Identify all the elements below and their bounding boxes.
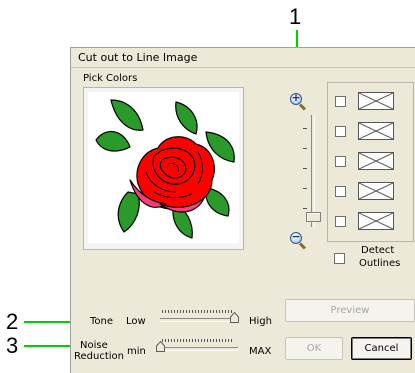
image-canvas[interactable] — [88, 92, 239, 243]
noise-min-label: min — [127, 346, 146, 357]
ok-button[interactable]: OK — [285, 337, 343, 360]
zoom-in-icon: + — [291, 91, 301, 104]
noise-label-line2: Reduction — [74, 351, 124, 362]
zoom-tick — [303, 188, 307, 189]
zoom-tick — [303, 208, 307, 209]
noise-slider-track[interactable] — [160, 347, 238, 351]
noise-max-label: MAX — [249, 346, 272, 357]
cancel-button[interactable]: Cancel — [351, 337, 412, 360]
window-title: Cut out to Line Image — [78, 51, 198, 64]
color-checkbox-3[interactable] — [335, 156, 346, 167]
tone-low-label: Low — [126, 316, 146, 327]
callout-number-1: 1 — [289, 4, 302, 29]
zoom-out-button[interactable]: − — [289, 230, 307, 250]
color-swatch-empty-4 — [358, 182, 394, 200]
zoom-tick — [303, 128, 307, 129]
color-swatch-empty-1 — [358, 92, 394, 110]
color-checkbox-1[interactable] — [335, 96, 346, 107]
preview-button-label: Preview — [330, 305, 370, 316]
pick-colors-label: Pick Colors — [83, 73, 138, 84]
tone-slider-track[interactable] — [160, 318, 238, 322]
detect-outlines-label-line1: Detect — [361, 245, 395, 256]
noise-slider-ticks — [162, 339, 234, 342]
tone-slider-ticks — [162, 310, 234, 313]
tone-label: Tone — [90, 316, 114, 327]
tone-high-label: High — [249, 316, 272, 327]
rose-image — [95, 99, 235, 239]
zoom-tick — [303, 168, 307, 169]
zoom-slider-track[interactable] — [311, 115, 315, 227]
noise-slider-thumb[interactable] — [156, 341, 165, 352]
detect-outlines-label-line2: Outlines — [359, 258, 401, 269]
title-bar[interactable]: Cut out to Line Image — [71, 48, 415, 68]
color-swatch-empty-5 — [358, 212, 394, 230]
callout-number-3: 3 — [6, 333, 19, 358]
color-list-frame — [327, 82, 414, 242]
tone-slider-thumb[interactable] — [230, 312, 239, 323]
zoom-in-button[interactable]: + — [289, 91, 307, 111]
image-preview-pane[interactable] — [83, 87, 244, 250]
preview-button[interactable]: Preview — [285, 299, 415, 322]
color-checkbox-2[interactable] — [335, 126, 346, 137]
zoom-tick — [303, 148, 307, 149]
dialog-window: Cut out to Line Image Pick Colors + − De… — [70, 47, 415, 373]
ok-button-label: OK — [306, 343, 322, 354]
color-swatch-empty-2 — [358, 122, 394, 140]
noise-label-line1: Noise — [80, 340, 108, 351]
color-checkbox-4[interactable] — [335, 186, 346, 197]
color-checkbox-5[interactable] — [335, 216, 346, 227]
detect-outlines-checkbox[interactable] — [334, 253, 345, 264]
cancel-button-label: Cancel — [364, 343, 399, 354]
color-swatch-empty-3 — [358, 152, 394, 170]
zoom-out-icon: − — [291, 230, 301, 243]
zoom-slider-thumb[interactable] — [306, 212, 321, 222]
callout-number-2: 2 — [6, 309, 19, 334]
